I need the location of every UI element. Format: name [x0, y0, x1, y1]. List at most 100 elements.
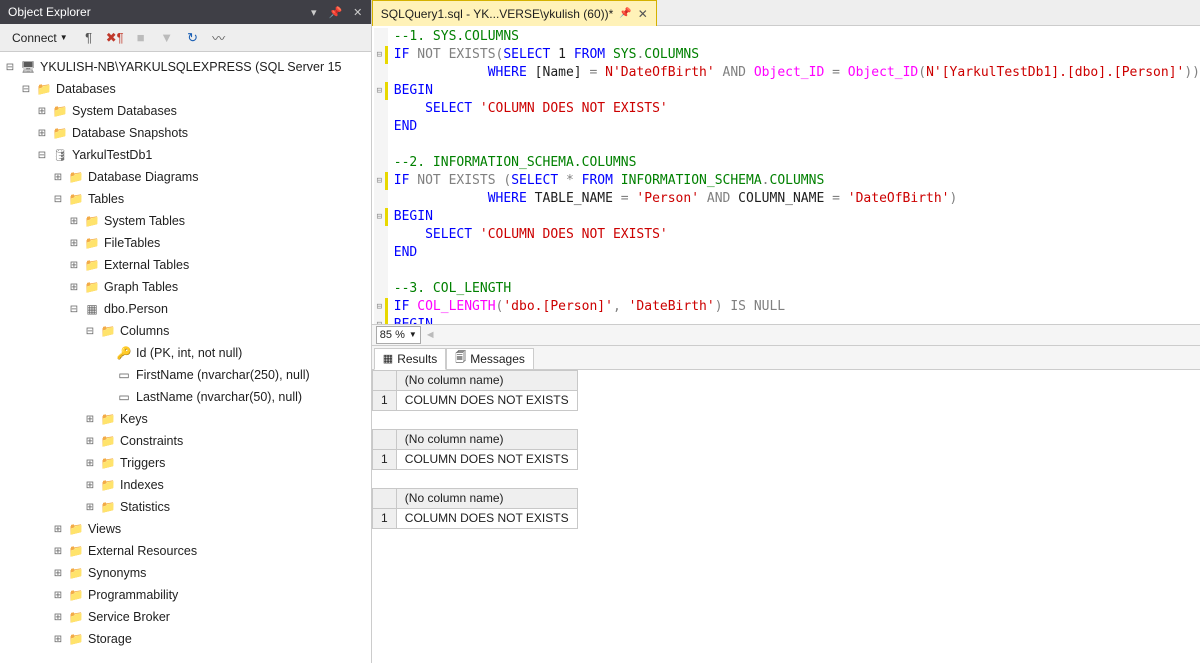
columns-node[interactable]: ⊟📁Columns	[0, 320, 371, 342]
expand-icon[interactable]: ⊞	[52, 172, 64, 183]
table-person-node[interactable]: ⊟▦dbo.Person	[0, 298, 371, 320]
tables-node[interactable]: ⊟📁Tables	[0, 188, 371, 210]
programmability-node[interactable]: ⊞📁Programmability	[0, 584, 371, 606]
disconnect-all-icon[interactable]: ✖¶	[104, 27, 126, 49]
results-area[interactable]: (No column name) 1COLUMN DOES NOT EXISTS…	[372, 370, 1200, 663]
service-broker-node[interactable]: ⊞📁Service Broker	[0, 606, 371, 628]
tab-messages[interactable]: 🗐Messages	[446, 348, 534, 370]
database-snapshots-node[interactable]: ⊞📁Database Snapshots	[0, 122, 371, 144]
fold-icon[interactable]: ⊟	[374, 82, 388, 100]
database-diagrams-node[interactable]: ⊞📁Database Diagrams	[0, 166, 371, 188]
grid-corner[interactable]	[372, 429, 396, 449]
filter-icon[interactable]: ▼	[156, 27, 178, 49]
collapse-icon[interactable]: ⊟	[36, 150, 48, 161]
folder-icon: 📁	[68, 191, 84, 207]
expand-icon[interactable]: ⊞	[52, 568, 64, 579]
object-explorer-panel: Object Explorer ▾ 📌 ✕ Connect ▼ ¶ ✖¶ ■ ▼…	[0, 0, 372, 663]
collapse-icon[interactable]: ⊟	[20, 84, 32, 95]
column-id-node[interactable]: ·🔑Id (PK, int, not null)	[0, 342, 371, 364]
system-tables-node[interactable]: ⊞📁System Tables	[0, 210, 371, 232]
close-icon[interactable]: ✕	[349, 3, 367, 21]
expand-icon[interactable]: ⊞	[84, 502, 96, 513]
triggers-node[interactable]: ⊞📁Triggers	[0, 452, 371, 474]
grid-corner[interactable]	[372, 370, 396, 390]
expand-icon[interactable]: ⊞	[52, 634, 64, 645]
disconnect-icon[interactable]: ¶	[78, 27, 100, 49]
table-row[interactable]: 1COLUMN DOES NOT EXISTS	[372, 508, 577, 528]
keys-node[interactable]: ⊞📁Keys	[0, 408, 371, 430]
messages-icon: 🗐	[455, 349, 466, 368]
window-dropdown-icon[interactable]: ▾	[305, 3, 323, 21]
collapse-icon[interactable]: ⊟	[4, 62, 16, 73]
server-node[interactable]: ⊟🖥YKULISH-NB\YARKULSQLEXPRESS (SQL Serve…	[0, 56, 371, 78]
result-grid-1[interactable]: (No column name) 1COLUMN DOES NOT EXISTS	[372, 370, 1200, 411]
column-header[interactable]: (No column name)	[396, 429, 577, 449]
sql-editor[interactable]: --1. SYS.COLUMNS ⊟IF NOT EXISTS(SELECT 1…	[372, 26, 1200, 324]
fold-icon[interactable]: ⊟	[374, 208, 388, 226]
pin-icon[interactable]: 📌	[619, 8, 631, 19]
system-databases-node[interactable]: ⊞📁System Databases	[0, 100, 371, 122]
refresh-icon[interactable]: ↻	[182, 27, 204, 49]
folder-icon: 📁	[84, 279, 100, 295]
expand-icon[interactable]: ⊞	[84, 436, 96, 447]
collapse-icon[interactable]: ⊟	[84, 326, 96, 337]
expand-icon[interactable]: ⊞	[84, 414, 96, 425]
zoom-dropdown[interactable]: 85 % ▼	[376, 326, 421, 344]
fold-icon[interactable]: ⊟	[374, 172, 388, 190]
server-icon: 🖥	[20, 59, 36, 75]
external-resources-node[interactable]: ⊞📁External Resources	[0, 540, 371, 562]
tab-results[interactable]: ▦Results	[374, 348, 446, 370]
column-header[interactable]: (No column name)	[396, 488, 577, 508]
views-node[interactable]: ⊞📁Views	[0, 518, 371, 540]
statistics-node[interactable]: ⊞📁Statistics	[0, 496, 371, 518]
expand-icon[interactable]: ⊞	[36, 106, 48, 117]
constraints-node[interactable]: ⊞📁Constraints	[0, 430, 371, 452]
scroll-left-icon[interactable]: ◄	[425, 329, 436, 341]
expand-icon[interactable]: ⊞	[52, 524, 64, 535]
expand-icon[interactable]: ⊞	[52, 546, 64, 557]
expand-icon[interactable]: ⊞	[68, 282, 80, 293]
external-tables-node[interactable]: ⊞📁External Tables	[0, 254, 371, 276]
fold-icon[interactable]: ⊟	[374, 316, 388, 324]
indexes-node[interactable]: ⊞📁Indexes	[0, 474, 371, 496]
collapse-icon[interactable]: ⊟	[68, 304, 80, 315]
expand-icon[interactable]: ⊞	[68, 260, 80, 271]
expand-icon[interactable]: ⊞	[52, 612, 64, 623]
expand-icon[interactable]: ⊞	[52, 590, 64, 601]
activity-icon[interactable]: 〰	[208, 27, 230, 49]
expand-icon[interactable]: ⊞	[68, 216, 80, 227]
cell-value[interactable]: COLUMN DOES NOT EXISTS	[396, 449, 577, 469]
table-row[interactable]: 1COLUMN DOES NOT EXISTS	[372, 390, 577, 410]
column-header[interactable]: (No column name)	[396, 370, 577, 390]
object-explorer-toolbar: Connect ▼ ¶ ✖¶ ■ ▼ ↻ 〰	[0, 24, 371, 52]
document-tab[interactable]: SQLQuery1.sql - YK...VERSE\ykulish (60))…	[372, 0, 657, 26]
close-icon[interactable]: ✕	[638, 7, 648, 21]
expand-icon[interactable]: ⊞	[84, 480, 96, 491]
filetables-node[interactable]: ⊞📁FileTables	[0, 232, 371, 254]
object-tree[interactable]: ⊟🖥YKULISH-NB\YARKULSQLEXPRESS (SQL Serve…	[0, 52, 371, 663]
table-row[interactable]: 1COLUMN DOES NOT EXISTS	[372, 449, 577, 469]
expand-icon[interactable]: ⊞	[84, 458, 96, 469]
folder-icon: 📁	[68, 587, 84, 603]
caret-down-icon: ▼	[60, 33, 68, 42]
cell-value[interactable]: COLUMN DOES NOT EXISTS	[396, 390, 577, 410]
result-grid-3[interactable]: (No column name) 1COLUMN DOES NOT EXISTS	[372, 488, 1200, 529]
results-tab-bar: ▦Results 🗐Messages	[372, 346, 1200, 370]
database-node[interactable]: ⊟🛢YarkulTestDb1	[0, 144, 371, 166]
fold-icon[interactable]: ⊟	[374, 46, 388, 64]
expand-icon[interactable]: ⊞	[68, 238, 80, 249]
collapse-icon[interactable]: ⊟	[52, 194, 64, 205]
connect-button[interactable]: Connect ▼	[6, 29, 74, 47]
storage-node[interactable]: ⊞📁Storage	[0, 628, 371, 650]
fold-icon[interactable]: ⊟	[374, 298, 388, 316]
result-grid-2[interactable]: (No column name) 1COLUMN DOES NOT EXISTS	[372, 429, 1200, 470]
column-firstname-node[interactable]: ·▭FirstName (nvarchar(250), null)	[0, 364, 371, 386]
graph-tables-node[interactable]: ⊞📁Graph Tables	[0, 276, 371, 298]
column-lastname-node[interactable]: ·▭LastName (nvarchar(50), null)	[0, 386, 371, 408]
expand-icon[interactable]: ⊞	[36, 128, 48, 139]
databases-node[interactable]: ⊟📁Databases	[0, 78, 371, 100]
pin-icon[interactable]: 📌	[327, 3, 345, 21]
grid-corner[interactable]	[372, 488, 396, 508]
synonyms-node[interactable]: ⊞📁Synonyms	[0, 562, 371, 584]
cell-value[interactable]: COLUMN DOES NOT EXISTS	[396, 508, 577, 528]
